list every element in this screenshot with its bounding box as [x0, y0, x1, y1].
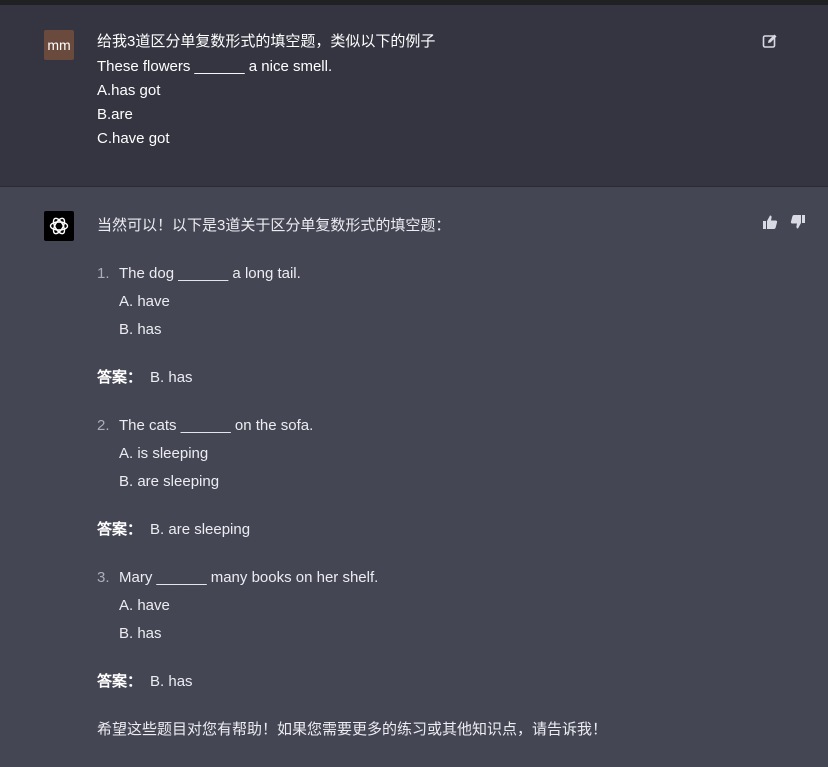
assistant-intro: 当然可以！以下是3道关于区分单复数形式的填空题：	[97, 217, 451, 234]
user-message-line: 给我3道区分单复数形式的填空题，类似以下的例子	[97, 33, 436, 50]
answer-line: 答案： B. are sleeping	[97, 520, 250, 540]
openai-logo-icon	[49, 217, 69, 235]
user-message-line: B.are	[97, 106, 133, 123]
user-message-line: A.has got	[97, 82, 161, 99]
thumbs-up-icon[interactable]	[762, 214, 780, 232]
answer-label: 答案：	[97, 521, 143, 538]
answer-value: B. are sleeping	[150, 521, 251, 538]
answer-line: 答案： B. has	[97, 368, 193, 388]
assistant-closing: 希望这些题目对您有帮助！如果您需要更多的练习或其他知识点，请告诉我！	[97, 721, 608, 738]
question-option: A. is sleeping	[119, 445, 209, 462]
thumbs-down-icon[interactable]	[790, 214, 808, 232]
answer-label: 答案：	[97, 673, 143, 690]
user-message-line: C.have got	[97, 130, 170, 147]
answer-value: B. has	[150, 369, 193, 386]
question-option: A. have	[119, 597, 170, 614]
answer-line: 答案： B. has	[97, 672, 193, 692]
user-avatar: mm	[44, 30, 74, 60]
question-number: 1.	[97, 265, 110, 282]
question-number: 2.	[97, 417, 110, 434]
question-option: B. has	[119, 321, 162, 338]
question-option: B. has	[119, 625, 162, 642]
question-text: The dog ______ a long tail.	[119, 265, 301, 282]
edit-icon[interactable]	[762, 33, 780, 51]
question-text: Mary ______ many books on her shelf.	[119, 569, 379, 586]
answer-value: B. has	[150, 673, 193, 690]
answer-label: 答案：	[97, 369, 143, 386]
user-message-line: These flowers ______ a nice smell.	[97, 58, 333, 75]
question-number: 3.	[97, 569, 110, 586]
assistant-avatar	[44, 211, 74, 241]
question-option: B. are sleeping	[119, 473, 220, 490]
question-option: A. have	[119, 293, 170, 310]
question-text: The cats ______ on the sofa.	[119, 417, 314, 434]
